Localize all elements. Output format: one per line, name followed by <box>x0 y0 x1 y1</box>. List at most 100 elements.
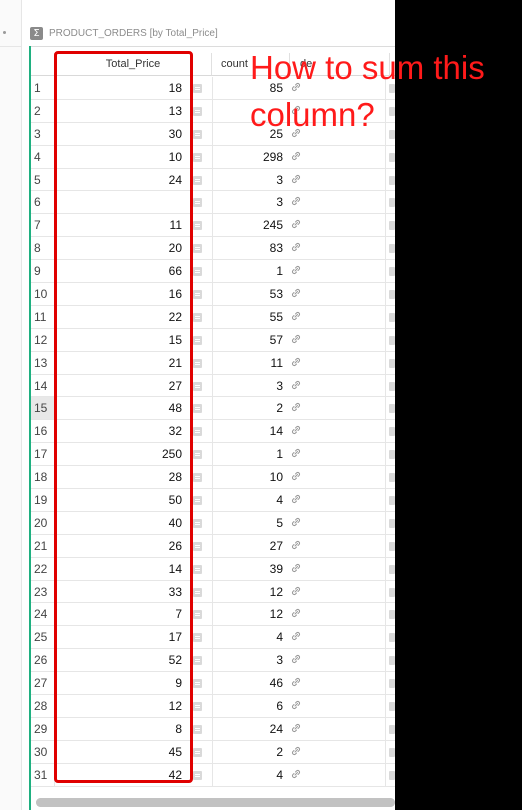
row-number[interactable]: 24 <box>31 603 55 626</box>
link-icon[interactable] <box>290 379 304 393</box>
cell-count[interactable]: 39 <box>213 558 283 580</box>
cell-menu-icon[interactable] <box>193 656 202 666</box>
row-number[interactable]: 18 <box>31 466 55 489</box>
link-icon[interactable] <box>290 653 304 667</box>
row-number[interactable]: 31 <box>31 763 55 786</box>
link-icon[interactable] <box>290 195 304 209</box>
row-number[interactable]: 5 <box>31 168 55 191</box>
row-number[interactable]: 1 <box>31 77 55 99</box>
row-number[interactable]: 14 <box>31 374 55 397</box>
cell-menu-icon[interactable] <box>193 358 202 368</box>
row-number[interactable]: 9 <box>31 260 55 283</box>
link-icon[interactable] <box>290 607 304 621</box>
row-number[interactable]: 11 <box>31 305 55 328</box>
row-number[interactable]: 13 <box>31 351 55 374</box>
link-icon[interactable] <box>290 356 304 370</box>
link-icon[interactable] <box>290 264 304 278</box>
row-number[interactable]: 20 <box>31 511 55 534</box>
cell-menu-icon[interactable] <box>193 404 202 414</box>
cell-menu-icon[interactable] <box>193 518 202 528</box>
cell-count[interactable]: 245 <box>213 214 283 236</box>
link-icon[interactable] <box>290 562 304 576</box>
link-icon[interactable] <box>290 241 304 255</box>
cell-menu-icon[interactable] <box>193 335 202 345</box>
cell-menu-icon[interactable] <box>193 427 202 437</box>
row-number[interactable]: 8 <box>31 237 55 260</box>
link-icon[interactable] <box>290 218 304 232</box>
cell-menu-icon[interactable] <box>193 450 202 460</box>
cell-count[interactable]: 3 <box>213 375 283 397</box>
cell-count[interactable]: 4 <box>213 764 283 786</box>
link-icon[interactable] <box>290 150 304 164</box>
row-number[interactable]: 23 <box>31 580 55 603</box>
row-number[interactable]: 15 <box>31 397 55 420</box>
link-icon[interactable] <box>290 333 304 347</box>
cell-count[interactable]: 57 <box>213 329 283 351</box>
row-number[interactable]: 10 <box>31 283 55 305</box>
cell-count[interactable]: 11 <box>213 352 283 374</box>
cell-count[interactable]: 1 <box>213 443 283 465</box>
link-icon[interactable] <box>290 699 304 713</box>
gutter-handle-icon[interactable] <box>3 31 6 34</box>
row-number[interactable]: 29 <box>31 717 55 740</box>
link-icon[interactable] <box>290 539 304 553</box>
cell-menu-icon[interactable] <box>193 267 202 277</box>
cell-count[interactable]: 4 <box>213 489 283 511</box>
cell-menu-icon[interactable] <box>193 221 202 231</box>
cell-count[interactable]: 27 <box>213 535 283 557</box>
row-number[interactable]: 28 <box>31 695 55 717</box>
link-icon[interactable] <box>290 630 304 644</box>
cell-menu-icon[interactable] <box>193 702 202 712</box>
cell-count[interactable]: 14 <box>213 420 283 442</box>
cell-menu-icon[interactable] <box>193 198 202 208</box>
link-icon[interactable] <box>290 722 304 736</box>
cell-count[interactable]: 3 <box>213 649 283 671</box>
cell-count[interactable]: 53 <box>213 283 283 305</box>
cell-count[interactable]: 10 <box>213 466 283 488</box>
cell-menu-icon[interactable] <box>193 152 202 162</box>
cell-menu-icon[interactable] <box>193 633 202 643</box>
link-icon[interactable] <box>290 516 304 530</box>
row-number[interactable]: 16 <box>31 420 55 443</box>
cell-menu-icon[interactable] <box>193 381 202 391</box>
cell-menu-icon[interactable] <box>193 679 202 689</box>
widget-title-bar[interactable]: Σ PRODUCT_ORDERS [by Total_Price] <box>30 23 218 43</box>
row-number[interactable]: 26 <box>31 649 55 672</box>
cell-menu-icon[interactable] <box>193 610 202 620</box>
link-icon[interactable] <box>290 310 304 324</box>
cell-count[interactable]: 46 <box>213 672 283 694</box>
row-number[interactable]: 17 <box>31 443 55 466</box>
cell-count[interactable]: 12 <box>213 581 283 603</box>
cell-count[interactable]: 298 <box>213 146 283 168</box>
link-icon[interactable] <box>290 401 304 415</box>
horizontal-scrollbar[interactable] <box>36 798 395 807</box>
cell-count[interactable]: 24 <box>213 718 283 740</box>
cell-menu-icon[interactable] <box>193 770 202 780</box>
cell-count[interactable]: 4 <box>213 626 283 648</box>
cell-menu-icon[interactable] <box>193 587 202 597</box>
row-number[interactable]: 6 <box>31 191 55 214</box>
cell-menu-icon[interactable] <box>193 747 202 757</box>
cell-menu-icon[interactable] <box>193 496 202 506</box>
row-number[interactable]: 19 <box>31 489 55 511</box>
cell-menu-icon[interactable] <box>193 724 202 734</box>
cell-menu-icon[interactable] <box>193 244 202 254</box>
row-number[interactable]: 21 <box>31 534 55 557</box>
link-icon[interactable] <box>290 745 304 759</box>
link-icon[interactable] <box>290 470 304 484</box>
cell-menu-icon[interactable] <box>193 290 202 300</box>
row-number[interactable]: 2 <box>31 99 55 122</box>
link-icon[interactable] <box>290 493 304 507</box>
row-number[interactable]: 27 <box>31 672 55 695</box>
cell-menu-icon[interactable] <box>193 541 202 551</box>
row-number[interactable]: 12 <box>31 328 55 351</box>
cell-count[interactable]: 5 <box>213 512 283 534</box>
cell-menu-icon[interactable] <box>193 129 202 139</box>
cell-menu-icon[interactable] <box>193 175 202 185</box>
cell-menu-icon[interactable] <box>193 106 202 116</box>
cell-count[interactable]: 2 <box>213 741 283 763</box>
row-number[interactable]: 4 <box>31 145 55 168</box>
row-number[interactable]: 3 <box>31 122 55 145</box>
row-number[interactable]: 25 <box>31 626 55 649</box>
link-icon[interactable] <box>290 768 304 782</box>
